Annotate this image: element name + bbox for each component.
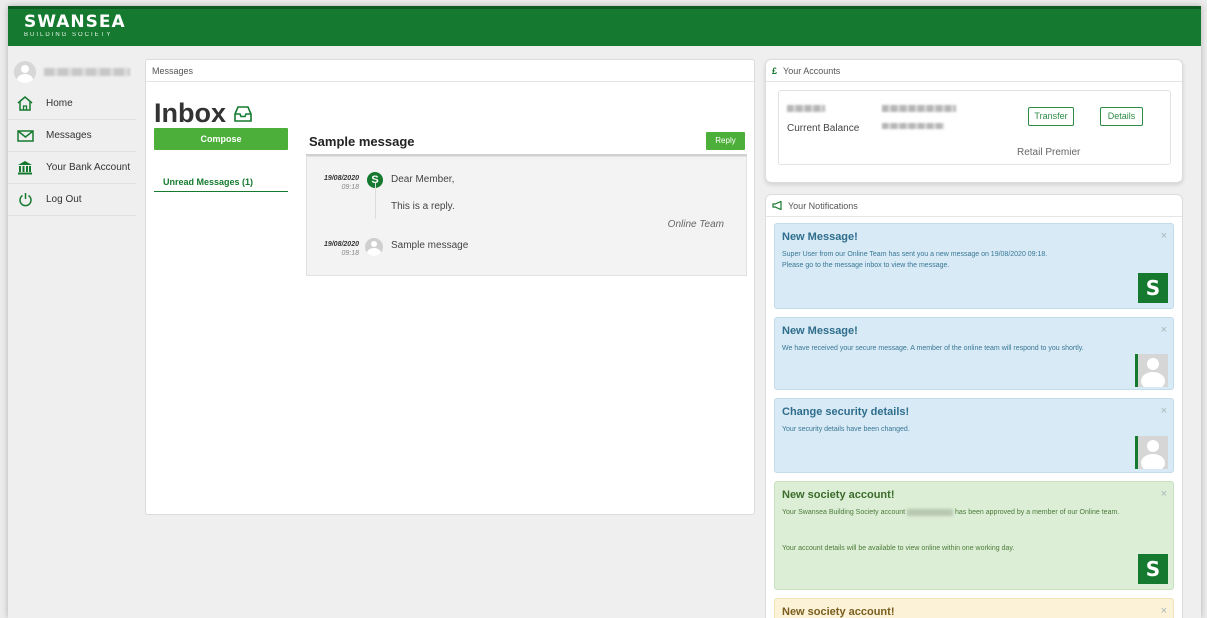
sidebar-item-label: Your Bank Account — [46, 162, 131, 173]
user-avatar — [1135, 354, 1168, 387]
message-date: 19/08/2020 — [323, 175, 359, 182]
notification-title: New society account! — [782, 606, 895, 618]
message-signature: Online Team — [667, 219, 724, 230]
redacted-account-number — [907, 508, 954, 516]
account-type: Retail Premier — [1017, 147, 1081, 158]
inbox-tray-icon — [234, 105, 252, 122]
redacted-username — [44, 68, 130, 76]
avatar — [14, 61, 36, 83]
notification-text-part: Your Swansea Building Society account — [782, 509, 906, 516]
redacted-account-name — [787, 105, 825, 112]
notification-text-part: team. — [1101, 509, 1120, 516]
message-body: This is a reply. — [391, 201, 455, 212]
notification-title: Change security details! — [782, 406, 910, 418]
close-icon[interactable]: × — [1161, 230, 1167, 242]
pound-icon: £ — [772, 65, 778, 76]
notification-text-part: has been approved by a member of our Onl… — [955, 509, 1100, 516]
home-icon — [14, 96, 36, 111]
top-bar: SWANSEA BUILDING SOCIETY — [8, 6, 1201, 46]
sidebar-item-messages[interactable]: Messages — [8, 120, 136, 152]
notification-card: New Message! × Super User from our Onlin… — [774, 223, 1174, 309]
close-icon[interactable]: × — [1161, 405, 1167, 417]
page-title: Inbox — [154, 98, 252, 129]
notification-card: Change security details! × Your security… — [774, 398, 1174, 473]
close-icon[interactable]: × — [1161, 324, 1167, 336]
brand-s-icon: S — [1138, 554, 1168, 584]
transfer-button[interactable]: Transfer — [1028, 107, 1074, 126]
sidebar-item-log-out[interactable]: Log Out — [8, 184, 136, 216]
user-profile[interactable] — [8, 56, 136, 88]
sidebar-item-label: Messages — [46, 130, 92, 141]
bank-icon — [14, 160, 36, 175]
unread-messages-folder[interactable]: Unread Messages (1) — [154, 172, 288, 192]
notification-title: New society account! — [782, 489, 895, 501]
thread-connector — [375, 183, 376, 219]
envelope-icon — [14, 129, 36, 142]
panel-title: Your Notifications — [788, 200, 858, 211]
sidebar-item-home[interactable]: Home — [8, 88, 136, 120]
notification-text: Your account details will be available t… — [782, 545, 1015, 552]
notification-text: Your security details have been changed. — [782, 426, 910, 433]
brand-name: SWANSEA — [24, 12, 126, 32]
notification-text: We have received your secure message. A … — [782, 345, 1084, 352]
brand-logo[interactable]: SWANSEA BUILDING SOCIETY — [24, 13, 126, 39]
message-thread: 19/08/2020 09:18 S Dear Member, This is … — [306, 156, 747, 276]
details-button[interactable]: Details — [1100, 107, 1143, 126]
sidebar-item-bank-account[interactable]: Your Bank Account — [8, 152, 136, 184]
redacted-account-number — [882, 105, 956, 112]
notifications-panel: Your Notifications New Message! × Super … — [765, 194, 1183, 618]
inbox-heading: Inbox — [154, 98, 226, 128]
power-icon — [14, 192, 36, 207]
message-date: 19/08/2020 — [323, 241, 359, 248]
brand-subtitle: BUILDING SOCIETY — [24, 32, 113, 38]
compose-button[interactable]: Compose — [154, 128, 288, 150]
message-item: 19/08/2020 09:18 Sample message — [307, 233, 748, 263]
accounts-panel: £ Your Accounts Current Balance Transfer… — [765, 59, 1183, 183]
notification-text: Your Swansea Building Society account ha… — [782, 508, 1142, 518]
notification-text: Super User from our Online Team has sent… — [782, 251, 1048, 258]
notification-title: New Message! — [782, 325, 858, 337]
accounts-header: £ Your Accounts — [766, 60, 1182, 82]
message-text: Sample message — [391, 240, 469, 251]
user-avatar — [365, 238, 383, 256]
sidebar-item-label: Log Out — [46, 194, 82, 205]
reply-button[interactable]: Reply — [706, 132, 745, 150]
account-card: Current Balance Transfer Details Retail … — [778, 90, 1171, 165]
app-window: SWANSEA BUILDING SOCIETY Home Messages Y… — [8, 6, 1201, 618]
messages-panel: Messages Inbox Compose Unread Messages (… — [145, 59, 755, 515]
sidebar-item-label: Home — [46, 98, 73, 109]
message-time: 09:18 — [341, 250, 359, 257]
user-avatar — [1135, 436, 1168, 469]
redacted-balance — [882, 123, 944, 129]
panel-title: Your Accounts — [783, 65, 841, 76]
megaphone-icon — [772, 201, 782, 210]
notification-card: New society account! × Your Swansea Buil… — [774, 481, 1174, 590]
notification-card: New Message! × We have received your sec… — [774, 317, 1174, 390]
close-icon[interactable]: × — [1161, 605, 1167, 617]
notification-card: New society account! × — [774, 598, 1174, 618]
message-item: 19/08/2020 09:18 S Dear Member, This is … — [307, 157, 748, 230]
message-time: 09:18 — [341, 184, 359, 191]
close-icon[interactable]: × — [1161, 488, 1167, 500]
panel-title: Messages — [146, 60, 754, 82]
notification-title: New Message! — [782, 231, 858, 243]
balance-label: Current Balance — [787, 123, 860, 134]
thread-title: Sample message — [309, 134, 415, 149]
message-greeting: Dear Member, — [391, 174, 455, 185]
notifications-header: Your Notifications — [766, 195, 1182, 217]
notification-text: Please go to the message inbox to view t… — [782, 262, 950, 269]
sidebar: Home Messages Your Bank Account Log Out — [8, 56, 136, 216]
brand-s-icon: S — [1138, 273, 1168, 303]
